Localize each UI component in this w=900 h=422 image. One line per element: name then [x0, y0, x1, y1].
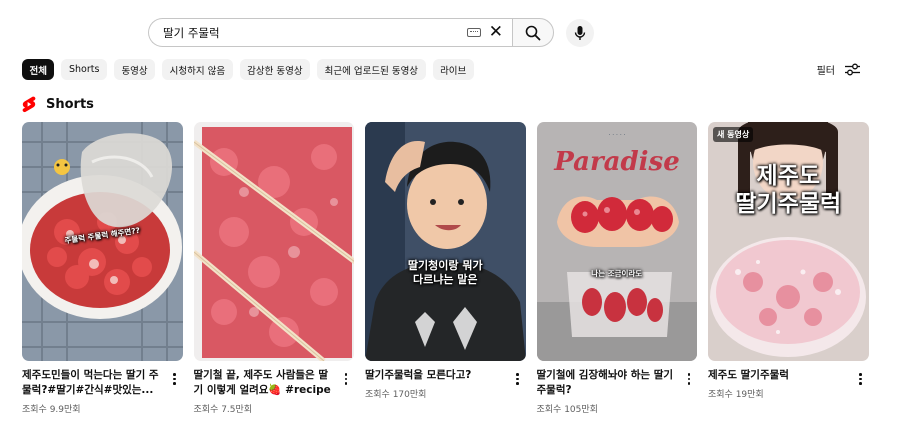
more-actions-icon[interactable] [514, 373, 522, 385]
shorts-section-header: Shorts [22, 96, 94, 113]
short-thumbnail[interactable] [193, 122, 354, 361]
thumbnail-caption: 제주도 딸기주물럭 [735, 162, 842, 217]
short-title[interactable]: 딸기주물럭을 모른다고? [365, 368, 526, 383]
thumbnail-image-hands-holding-strawberries: Paradise · · · · · [536, 122, 697, 361]
clear-icon[interactable]: ✕ [489, 24, 503, 41]
shirt-print-text: Paradise [553, 147, 679, 177]
short-card[interactable]: 딸기철 끝, 제주도 사람들은 딸기 이렇게 얼려요🍓 #recipe 조회수 … [193, 122, 355, 415]
shorts-logo-icon [22, 96, 36, 113]
chip-all[interactable]: 전체 [22, 59, 55, 80]
short-view-count: 조회수 170만회 [365, 390, 427, 400]
short-title[interactable]: 딸기철에 김장해놔야 하는 딸기 주물럭? [537, 368, 698, 398]
chip-shorts[interactable]: Shorts [61, 59, 107, 80]
short-title[interactable]: 제주도민들이 먹는다는 딸기 주물럭?#딸기#간식#맛있는... [22, 368, 183, 398]
short-view-count: 조회수 9.9만회 [22, 405, 81, 415]
shorts-shelf: 주물럭 주물럭 해주면?? 제주도민들이 먹는다는 딸기 주물럭?#딸기#간식#… [22, 122, 869, 415]
keyboard-icon[interactable] [466, 28, 481, 37]
short-view-count: 조회수 105만회 [536, 405, 598, 415]
search-bar: 딸기 주물럭 ✕ [148, 18, 594, 47]
thumbnail-image-strawberry-milk-bowl [708, 122, 869, 361]
search-input[interactable]: 딸기 주물럭 ✕ [148, 18, 512, 47]
more-actions-icon[interactable] [857, 373, 865, 385]
short-view-count: 조회수 7.5만회 [193, 405, 253, 415]
chip-watched[interactable]: 감상한 동영상 [239, 59, 311, 80]
thumbnail-caption: 나는 조금이라도 [591, 269, 643, 278]
filter-label: 필터 [816, 66, 835, 77]
short-card[interactable]: 새 동영상 제주도 딸기주물럭 제주도 딸기주물럭 조회수 19만회 [708, 122, 869, 415]
short-thumbnail[interactable]: Paradise · · · · · 나는 조금이라도 [536, 122, 697, 361]
short-thumbnail[interactable]: 새 동영상 제주도 딸기주물럭 [708, 122, 869, 361]
chip-live[interactable]: 라이브 [432, 59, 474, 80]
shorts-section-title: Shorts [46, 97, 94, 112]
filter-chips: 전체 Shorts 동영상 시청하지 않음 감상한 동영상 최근에 업로드된 동… [22, 59, 474, 80]
shirt-print-small: · · · · · [608, 132, 625, 139]
short-thumbnail[interactable]: 주물럭 주물럭 해주면?? [22, 122, 183, 361]
short-title[interactable]: 딸기철 끝, 제주도 사람들은 딸기 이렇게 얼려요🍓 #recipe [194, 368, 355, 398]
short-view-count: 조회수 19만회 [708, 390, 764, 400]
filter-button[interactable]: 필터 [817, 62, 860, 77]
new-video-badge: 새 동영상 [713, 127, 754, 142]
voice-search-button[interactable] [566, 18, 594, 47]
thumbnail-caption: 딸기청이랑 뭐가 다르냐는 말은 [407, 259, 483, 286]
search-query-text[interactable]: 딸기 주물럭 [163, 25, 467, 41]
chip-recently-uploaded[interactable]: 최근에 업로드된 동영상 [317, 59, 426, 80]
thumbnail-image-frozen-strawberry-bag [193, 122, 354, 361]
short-thumbnail[interactable]: 딸기청이랑 뭐가 다르냐는 말은 [365, 122, 526, 361]
short-card[interactable]: 딸기청이랑 뭐가 다르냐는 말은 딸기주물럭을 모른다고? 조회수 170만회 [365, 122, 526, 415]
thumbnail-image-person-talking [365, 122, 526, 361]
chip-videos[interactable]: 동영상 [113, 59, 156, 80]
mic-icon [574, 25, 586, 40]
search-button[interactable] [512, 18, 554, 47]
short-card[interactable]: 주물럭 주물럭 해주면?? 제주도민들이 먹는다는 딸기 주물럭?#딸기#간식#… [22, 122, 183, 415]
more-actions-icon[interactable] [171, 373, 179, 385]
more-actions-icon[interactable] [685, 373, 693, 385]
chip-unwatched[interactable]: 시청하지 않음 [162, 59, 233, 80]
short-card[interactable]: Paradise · · · · · 나는 조금이라도 딸기철에 김장해놔야 하… [536, 122, 698, 415]
search-icon [525, 25, 541, 40]
short-title[interactable]: 제주도 딸기주물럭 [708, 368, 869, 383]
filter-sliders-icon [845, 63, 860, 76]
more-actions-icon[interactable] [342, 373, 350, 385]
